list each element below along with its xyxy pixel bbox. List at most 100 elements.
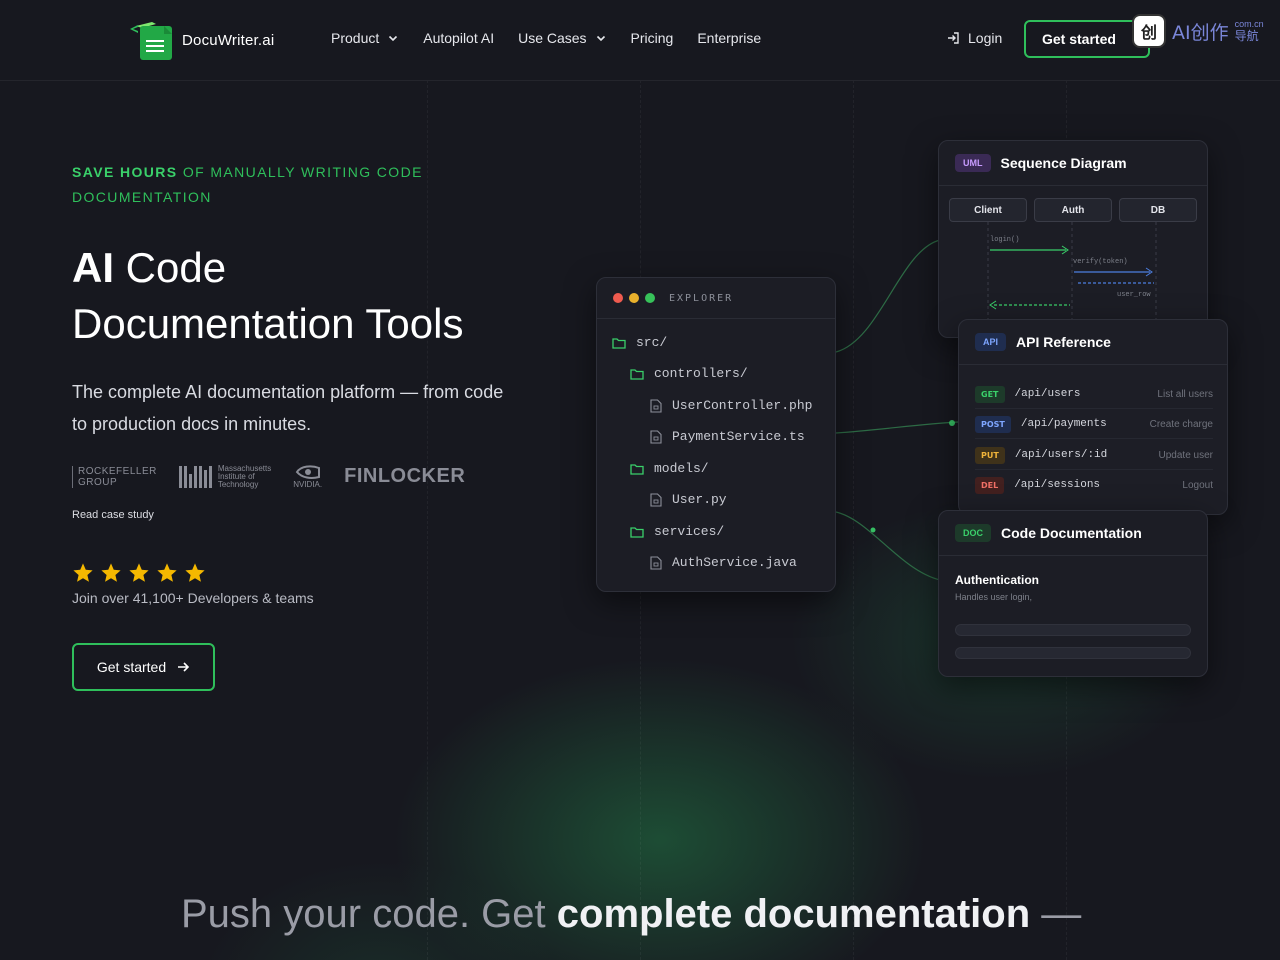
minimize-dot[interactable] (629, 293, 639, 303)
nav-label: Use Cases (518, 30, 587, 46)
sequence-lifelines: login() verify(token) user_row (987, 222, 1157, 322)
api-reference-card: API API Reference GET /api/users List al… (958, 319, 1228, 515)
tree-file[interactable]: AuthService.java (650, 555, 797, 570)
nav-pricing[interactable]: Pricing (631, 30, 674, 46)
nav-use-cases[interactable]: Use Cases (518, 30, 606, 46)
card-header: DOC Code Documentation (939, 511, 1207, 556)
cta-label: Get started (1042, 31, 1116, 47)
document-logo-icon (128, 18, 172, 62)
nav-label: Product (331, 30, 380, 46)
grid-line (427, 80, 428, 960)
star-icon (157, 563, 177, 582)
tree-folder[interactable]: src/ (612, 335, 667, 350)
tree-folder[interactable]: models/ (630, 461, 709, 476)
rockefeller-logo: ROCKEFELLER GROUP (72, 465, 157, 488)
logo-text: NVIDIA. (293, 480, 323, 489)
grid-line (853, 80, 854, 960)
endpoint-desc: Update user (1158, 449, 1213, 461)
hero-eyebrow: SAVE HOURS OF MANUALLY WRITING CODE DOCU… (72, 160, 432, 210)
folder-icon (630, 526, 644, 538)
logo-text: ROCKEFELLER (78, 465, 157, 477)
finlocker-logo: FINLOCKER (344, 465, 466, 487)
star-icon (185, 563, 205, 582)
chevron-down-icon (596, 35, 605, 42)
endpoint-path: /api/payments (1020, 418, 1107, 430)
method-badge: POST (975, 415, 1011, 433)
tree-label: UserController.php (672, 398, 813, 413)
logo-text: GROUP (78, 476, 118, 488)
tree-folder[interactable]: controllers/ (630, 366, 748, 381)
star-icon (73, 563, 93, 582)
nvidia-eye-icon (295, 465, 320, 479)
method-badge: GET (975, 385, 1005, 403)
folder-icon (612, 337, 626, 349)
actor-auth: Auth (1034, 198, 1112, 222)
maximize-dot[interactable] (645, 293, 655, 303)
star-icon (101, 563, 121, 582)
top-navigation: DocuWriter.ai Product Autopilot AI Use C… (0, 0, 1280, 81)
watermark-badge: 创 (1132, 14, 1166, 48)
nav-enterprise[interactable]: Enterprise (697, 30, 761, 46)
nav-product[interactable]: Product (331, 30, 399, 46)
watermark: 创 AI创作 com.cn 导航 (1132, 14, 1264, 48)
message-user-row: user_row (1117, 291, 1151, 299)
hero-get-started-button[interactable]: Get started (72, 643, 215, 691)
main-nav: Product Autopilot AI Use Cases Pricing E… (331, 30, 785, 46)
tree-label: User.py (672, 492, 727, 507)
code-documentation-card: DOC Code Documentation Authentication Ha… (938, 510, 1208, 677)
doc-tag: DOC (955, 524, 991, 542)
logo-text: Technology (217, 479, 259, 489)
brand-logo[interactable]: DocuWriter.ai (128, 18, 274, 62)
endpoint-desc: Create charge (1149, 418, 1213, 430)
tree-file[interactable]: PaymentService.ts (650, 429, 805, 444)
hero-subtitle: The complete AI documentation platform —… (72, 382, 504, 434)
file-icon (650, 492, 662, 507)
card-title: API Reference (1016, 334, 1111, 350)
tree-file[interactable]: User.py (650, 492, 727, 507)
brand-name: DocuWriter.ai (182, 31, 275, 49)
nav-label: Pricing (630, 30, 674, 46)
message-verify: verify(token) (1073, 258, 1128, 266)
nav-autopilot-ai[interactable]: Autopilot AI (423, 30, 494, 46)
explorer-title: EXPLORER (669, 292, 734, 304)
folder-icon (630, 368, 644, 380)
endpoint-path: /api/users/:id (1014, 449, 1108, 461)
login-icon (948, 32, 959, 44)
tree-label: models/ (654, 461, 709, 476)
title-bold: AI (72, 244, 114, 291)
tree-file[interactable]: UserController.php (650, 398, 812, 413)
file-icon (650, 555, 662, 570)
method-badge: PUT (975, 446, 1005, 464)
arrow-right-icon (178, 662, 190, 672)
endpoint-desc: Logout (1182, 479, 1213, 491)
explorer-header: EXPLORER (597, 278, 835, 319)
rating-stars (72, 562, 206, 584)
login-link[interactable]: Login (946, 30, 1002, 46)
tree-label: services/ (654, 524, 725, 539)
close-dot[interactable] (613, 293, 623, 303)
mit-bars-icon (178, 465, 212, 488)
endpoint-row[interactable]: POST /api/payments Create charge (975, 410, 1213, 439)
title-line2: Documentation Tools (72, 300, 464, 347)
endpoint-row[interactable]: DEL /api/sessions Logout (975, 471, 1213, 499)
case-study-link[interactable]: Read case study (72, 509, 154, 521)
endpoint-row[interactable]: GET /api/users List all users (975, 380, 1213, 409)
page-title: AI Code Documentation Tools (72, 240, 463, 352)
watermark-domain: com.cn (1234, 18, 1264, 29)
mit-logo: Massachusetts Institute of Technology (178, 464, 271, 489)
endpoint-row[interactable]: PUT /api/users/:id Update user (975, 441, 1213, 470)
tree-label: PaymentService.ts (672, 429, 805, 444)
doc-heading: Authentication (955, 573, 1039, 587)
watermark-nav: 导航 (1234, 28, 1259, 43)
skeleton-line (955, 647, 1191, 659)
watermark-text: AI创作 (1172, 21, 1229, 44)
tree-label: controllers/ (654, 366, 748, 381)
doc-text: Handles user login, (955, 592, 1033, 602)
card-title: Code Documentation (1001, 525, 1142, 541)
tree-folder[interactable]: services/ (630, 524, 724, 539)
actor-db: DB (1119, 198, 1197, 222)
card-title: Sequence Diagram (1000, 155, 1127, 171)
actor-client: Client (949, 198, 1027, 222)
api-tag: API (975, 333, 1007, 351)
tree-label: AuthService.java (672, 555, 797, 570)
